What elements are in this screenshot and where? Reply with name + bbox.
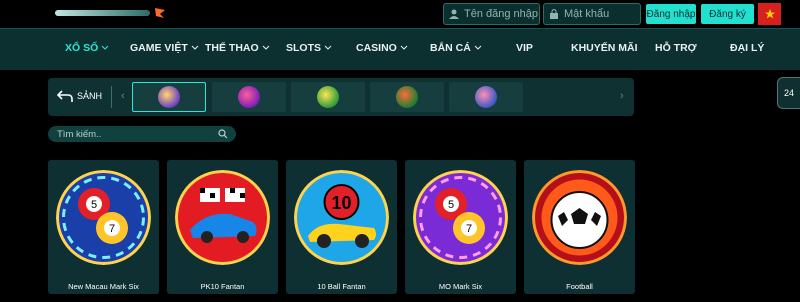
search-input[interactable]: Tìm kiếm.. [48, 126, 236, 142]
nav-item-dai-ly[interactable]: ĐẠI LÝ [730, 42, 764, 54]
game-title: New Macau Mark Six [68, 282, 139, 291]
nav-label: XỔ SỐ [65, 42, 99, 54]
nav-item-casino[interactable]: CASINO [356, 42, 408, 54]
password-placeholder: Mật khẩu [564, 8, 610, 20]
game-card-pk10-fantan[interactable]: PK10 Fantan [167, 160, 278, 294]
game-card-new-macau-mark-six[interactable]: 5 7 New Macau Mark Six [48, 160, 159, 294]
chevron-down-icon [400, 45, 408, 50]
nav-item-ban-ca[interactable]: BẮN CÁ [430, 42, 482, 54]
nav-item-slots[interactable]: SLOTS [286, 42, 332, 54]
prev-arrow-icon[interactable]: ‹ [121, 90, 125, 102]
svg-text:7: 7 [466, 223, 472, 235]
ten-ball-car-icon: 10 [294, 170, 389, 265]
chevron-down-icon [474, 45, 482, 50]
chevron-down-icon [101, 45, 109, 50]
provider-saba-logo-icon [396, 86, 418, 108]
provider-bar: SẢNH ‹ › [48, 78, 634, 116]
username-field[interactable]: Tên đăng nhập [443, 3, 540, 25]
top-bar: Tên đăng nhập Mật khẩu Đăng nhập Đăng ký [0, 0, 800, 28]
game-card-football[interactable]: Football [524, 160, 635, 294]
chevron-down-icon [191, 45, 199, 50]
provider-tp-logo-icon [158, 86, 180, 108]
nav-item-game-viet[interactable]: GAME VIỆT [130, 42, 199, 54]
race-car-icon [175, 170, 270, 265]
user-icon [449, 9, 459, 19]
nav-label: BẮN CÁ [430, 42, 471, 54]
nav-item-khuyen-mai[interactable]: KHUYẾN MÃI [571, 42, 638, 54]
nav-item-the-thao[interactable]: THỂ THAO [205, 42, 270, 54]
game-title: 10 Ball Fantan [317, 282, 366, 291]
svg-text:10: 10 [331, 193, 351, 213]
provider-saba[interactable] [370, 82, 444, 112]
logo-flag-icon [155, 8, 165, 18]
svg-text:5: 5 [91, 199, 97, 211]
nav-label: HỖ TRỢ [655, 42, 697, 54]
game-card-mo-mark-six[interactable]: 5 7 MO Mark Six [405, 160, 516, 294]
logo-mark [55, 10, 150, 16]
game-title: MO Mark Six [438, 282, 483, 291]
provider-gaming[interactable] [449, 82, 523, 112]
game-card-10-ball-fantan[interactable]: 10 10 Ball Fantan [286, 160, 397, 294]
provider-lode-logo-icon [317, 86, 339, 108]
nav-label: GAME VIỆT [130, 42, 188, 54]
nav-label: VIP [516, 42, 533, 54]
lobby-label: SẢNH [77, 91, 103, 101]
back-arrow-icon [56, 90, 73, 102]
nav-label: CASINO [356, 42, 397, 54]
register-button[interactable]: Đăng ký [701, 4, 754, 24]
search-placeholder: Tìm kiếm.. [57, 128, 102, 140]
next-arrow-icon[interactable]: › [620, 90, 624, 102]
provider-bbh[interactable] [212, 82, 286, 112]
chevron-down-icon [262, 45, 270, 50]
nav-label: ĐẠI LÝ [730, 42, 765, 54]
nav-item-vip[interactable]: VIP [516, 42, 533, 54]
provider-bbh-logo-icon [238, 86, 260, 108]
star-icon [764, 9, 775, 19]
svg-text:5: 5 [448, 199, 454, 211]
password-field[interactable]: Mật khẩu [543, 3, 641, 25]
chevron-down-icon [324, 45, 332, 50]
support-24-widget[interactable]: 24 [777, 77, 800, 109]
nav-item-xoso[interactable]: XỔ SỐ [65, 42, 109, 54]
soccer-ball-icon [532, 170, 627, 265]
lottery-balls-icon: 5 7 [56, 170, 151, 265]
divider [111, 86, 112, 108]
main-nav: XỔ SỐ GAME VIỆT THỂ THAO SLOTS CASINO BẮ… [0, 28, 800, 70]
site-logo[interactable] [55, 6, 165, 22]
nav-label: THỂ THAO [205, 42, 259, 54]
provider-tp[interactable] [132, 82, 206, 112]
game-title: PK10 Fantan [200, 282, 245, 291]
game-title: Football [566, 282, 593, 291]
svg-text:7: 7 [109, 223, 115, 235]
lock-icon [550, 9, 558, 19]
nav-label: SLOTS [286, 42, 322, 54]
nav-item-ho-tro[interactable]: HỖ TRỢ [655, 42, 697, 54]
provider-gaming-logo-icon [475, 86, 497, 108]
provider-lode[interactable] [291, 82, 365, 112]
nav-label: KHUYẾN MÃI [571, 42, 638, 54]
login-button[interactable]: Đăng nhập [646, 4, 696, 24]
username-placeholder: Tên đăng nhập [464, 8, 539, 20]
search-icon[interactable] [218, 129, 228, 139]
support-24-icon: 24 [783, 88, 794, 98]
lobby-button[interactable]: SẢNH [56, 88, 102, 104]
lottery-balls-icon: 5 7 [413, 170, 508, 265]
vietnam-flag-icon[interactable] [758, 3, 781, 25]
